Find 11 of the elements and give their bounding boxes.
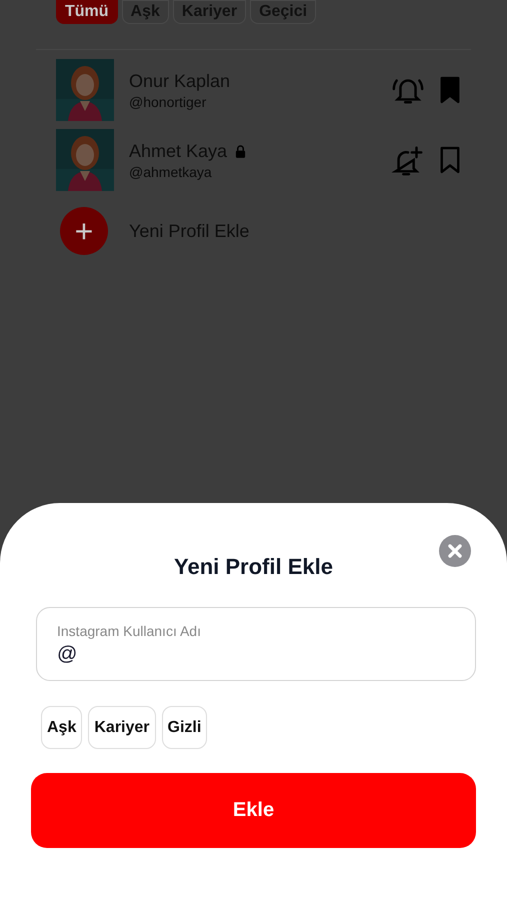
add-button[interactable]: Ekle — [31, 773, 476, 848]
tag-chip[interactable]: Gizli — [162, 706, 208, 749]
tag-chip[interactable]: Aşk — [41, 706, 82, 749]
sheet-title: Yeni Profil Ekle — [173, 554, 334, 580]
filter-chip[interactable]: Tümü — [56, 0, 118, 24]
tag-chip[interactable]: Kariyer — [88, 706, 156, 749]
bookmark-icon[interactable] — [439, 146, 461, 174]
username-field[interactable]: Instagram Kullanıcı Adı @ — [36, 607, 476, 681]
close-icon[interactable] — [439, 535, 471, 567]
add-profile-button[interactable]: + — [60, 207, 108, 255]
bookmark-filled-icon[interactable] — [439, 76, 461, 104]
